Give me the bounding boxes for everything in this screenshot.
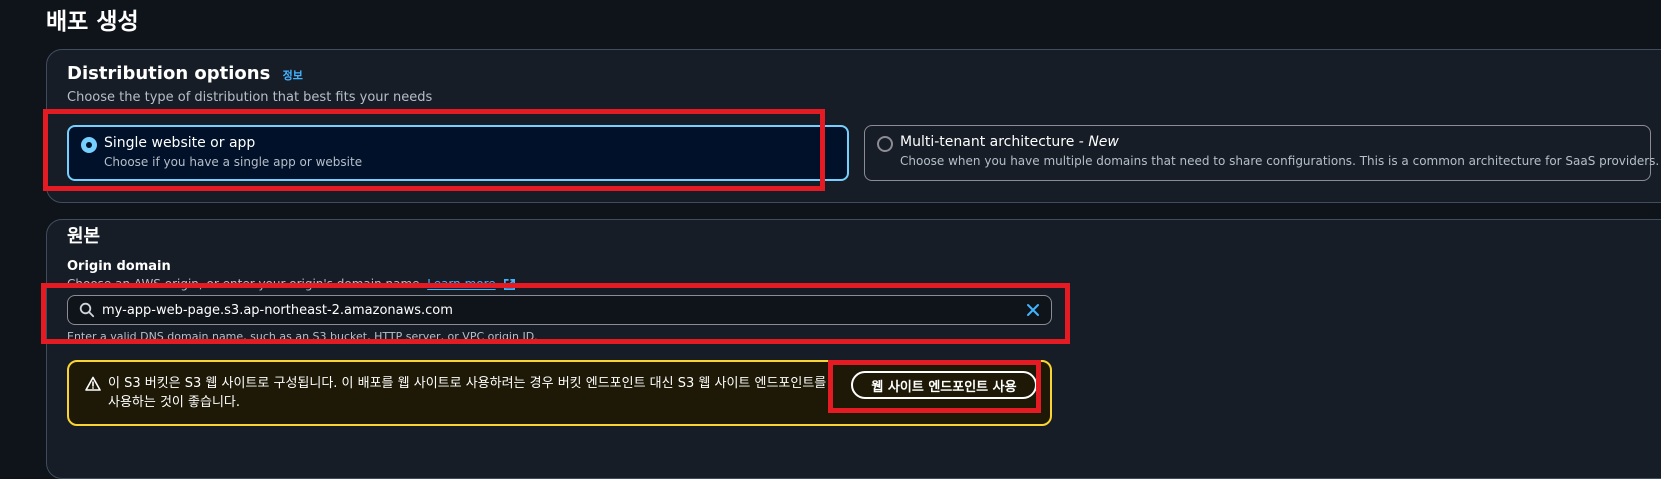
radio-selected-icon[interactable] — [81, 137, 97, 153]
origin-domain-label: Origin domain — [67, 259, 171, 274]
distribution-options-description: Choose the type of distribution that bes… — [67, 90, 433, 105]
origin-title: 원본 — [67, 226, 101, 247]
use-website-endpoint-button[interactable]: 웹 사이트 엔드포인트 사용 — [851, 371, 1037, 399]
option-single-website[interactable]: Single website or app Choose if you have… — [67, 125, 849, 181]
search-icon — [79, 302, 95, 318]
option-multi-tenant[interactable]: Multi-tenant architecture - New Choose w… — [864, 125, 1659, 181]
external-link-icon[interactable] — [503, 278, 516, 291]
distribution-options-title: Distribution options — [67, 63, 271, 84]
option-label: Multi-tenant architecture - — [900, 134, 1089, 150]
radio-unselected-icon[interactable] — [877, 136, 893, 152]
s3-website-warning: 이 S3 버킷은 S3 웹 사이트로 구성됩니다. 이 배포를 웹 사이트로 사… — [67, 360, 1052, 426]
new-badge: New — [1088, 134, 1119, 150]
warning-icon — [85, 376, 101, 391]
origin-domain-input[interactable] — [102, 296, 1002, 324]
option-description: Choose if you have a single app or websi… — [104, 155, 363, 169]
option-label: Single website or app — [104, 135, 256, 151]
info-link[interactable]: 정보 — [283, 69, 303, 82]
distribution-options-heading: Distribution options 정보 — [67, 63, 303, 84]
origin-domain-hint: Enter a valid DNS domain name, such as a… — [67, 330, 538, 343]
distribution-options-panel: Distribution options 정보 Choose the type … — [46, 49, 1661, 203]
origin-domain-description-text: Choose an AWS origin, or enter your orig… — [67, 277, 424, 291]
origin-domain-search[interactable] — [67, 295, 1052, 325]
option-title: Multi-tenant architecture - New — [900, 134, 1119, 150]
option-description: Choose when you have multiple domains th… — [900, 154, 1660, 168]
warning-text: 이 S3 버킷은 S3 웹 사이트로 구성됩니다. 이 배포를 웹 사이트로 사… — [108, 376, 827, 410]
learn-more-link[interactable]: Learn more — [427, 277, 495, 291]
origin-panel: 원본 Origin domain Choose an AWS origin, o… — [46, 219, 1661, 479]
close-icon[interactable] — [1025, 302, 1041, 318]
option-title: Single website or app — [104, 135, 255, 151]
page-title: 배포 생성 — [46, 9, 139, 35]
origin-domain-description: Choose an AWS origin, or enter your orig… — [67, 277, 516, 291]
